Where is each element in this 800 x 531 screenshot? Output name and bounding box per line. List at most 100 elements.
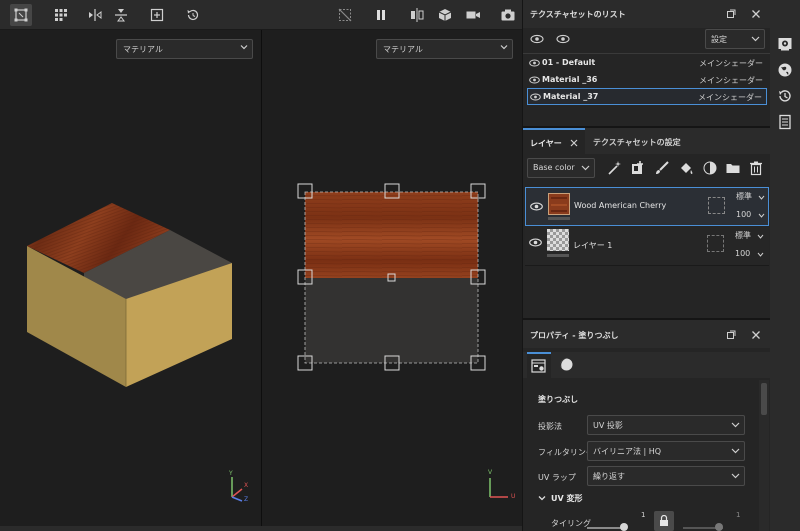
chevron-down-icon[interactable]	[538, 494, 546, 502]
chevron-down-icon	[581, 165, 590, 171]
tab-fill-properties[interactable]	[527, 352, 551, 378]
chevron-down-icon	[757, 252, 764, 257]
texture-set-row[interactable]: 01 - Default メインシェーダー	[527, 55, 767, 71]
projection-value: UV 投影	[593, 421, 623, 430]
tab-material-sphere[interactable]	[555, 352, 579, 378]
close-tab-icon[interactable]	[570, 139, 578, 147]
texture-set-settings-select[interactable]: 設定	[705, 29, 765, 49]
uv-grey-island	[305, 278, 478, 363]
opacity-value[interactable]: 100	[735, 249, 750, 258]
pause-icon[interactable]	[370, 4, 392, 26]
lock-icon	[660, 515, 668, 526]
paint-bucket-icon[interactable]	[678, 160, 694, 176]
properties-scrollbar[interactable]	[759, 380, 769, 531]
symmetry-icon[interactable]	[406, 4, 428, 26]
tiling-value[interactable]: 1	[641, 511, 645, 519]
panel-title: テクスチャセットのリスト	[530, 10, 626, 19]
texture-set-name: 01 - Default	[542, 58, 596, 67]
settings-label: 設定	[711, 35, 727, 44]
side-tool-strip	[770, 0, 800, 531]
projection-select[interactable]: UV 投影	[587, 415, 745, 435]
uv-wrap-select[interactable]: 繰り返す	[587, 466, 745, 486]
viewport-toolbar	[0, 0, 522, 30]
visibility-eye-icon[interactable]	[529, 58, 540, 68]
texture-set-row[interactable]: Material _36 メインシェーダー	[527, 72, 767, 88]
maximize-icon[interactable]	[726, 9, 736, 19]
tab-layers[interactable]: レイヤー	[523, 128, 585, 154]
texture-set-name: Material _37	[543, 92, 599, 101]
viewport-2d[interactable]: マテリアル V U	[262, 30, 522, 527]
history-icon[interactable]	[777, 88, 793, 104]
chevron-down-icon	[758, 195, 765, 200]
texture-set-settings-icon[interactable]	[777, 36, 793, 52]
screenshot-camera-icon[interactable]	[497, 4, 519, 26]
mirror-horizontal-icon[interactable]	[84, 4, 106, 26]
tiling-label: タイリング	[551, 519, 591, 528]
panel-title: プロパティ - 塗りつぶし	[530, 331, 619, 340]
layer-mask-slot[interactable]	[708, 197, 725, 214]
close-icon[interactable]	[751, 9, 761, 19]
opacity-value[interactable]: 100	[736, 210, 751, 219]
layer-name: Wood American Cherry	[574, 201, 667, 210]
folder-icon[interactable]	[725, 160, 741, 176]
mirror-vertical-icon[interactable]	[110, 4, 132, 26]
layer-thumbnail	[548, 193, 570, 215]
channel-select[interactable]: Base color	[527, 158, 595, 178]
grid-icon[interactable]	[50, 4, 72, 26]
layers-tabbar: レイヤー テクスチャセットの設定	[523, 128, 771, 154]
shader-name[interactable]: メインシェーダー	[699, 75, 763, 86]
layer-visibility-eye-icon[interactable]	[529, 237, 542, 248]
close-icon[interactable]	[751, 330, 761, 340]
tab-texture-settings[interactable]: テクスチャセットの設定	[588, 128, 698, 154]
log-document-icon[interactable]	[777, 114, 793, 130]
axis-z-label: Z	[244, 496, 249, 503]
axis-v-label: V	[488, 469, 493, 476]
magic-wand-icon[interactable]	[606, 160, 622, 176]
filtering-select[interactable]: バイリニア法 | HQ	[587, 441, 745, 461]
reset-camera-icon[interactable]	[182, 4, 204, 26]
uv-wrap-value: 繰り返す	[593, 472, 625, 481]
display-cube-icon[interactable]	[434, 4, 456, 26]
fit-view-icon[interactable]	[146, 4, 168, 26]
blend-mode[interactable]: 標準	[735, 230, 751, 241]
visibility-eye-icon[interactable]	[530, 92, 541, 102]
axis-gizmo	[231, 477, 243, 502]
add-fill-layer-icon[interactable]	[630, 160, 646, 176]
visibility-eye-icon[interactable]	[529, 75, 540, 85]
tiling-slider-thumb[interactable]	[620, 523, 628, 531]
layer-thumbnail-transparent	[547, 229, 569, 251]
shader-name[interactable]: メインシェーダー	[698, 92, 762, 103]
tiling-lock-button[interactable]	[654, 511, 674, 531]
texture-set-list-header: テクスチャセットのリスト	[523, 0, 771, 28]
camera-video-icon[interactable]	[462, 4, 484, 26]
box-3d-model	[27, 203, 243, 502]
section-title: 塗りつぶし	[538, 395, 579, 404]
layer-row-selected[interactable]: Wood American Cherry 標準 100	[525, 187, 769, 226]
layer-row[interactable]: レイヤー 1 標準 100	[525, 227, 769, 266]
tiling-slider-thumb-2[interactable]	[715, 523, 723, 531]
chevron-down-icon	[751, 36, 760, 42]
layer-name: レイヤー 1	[573, 241, 613, 250]
chevron-down-icon	[731, 473, 740, 479]
texture-set-row-selected[interactable]: Material _37 メインシェーダー	[527, 88, 767, 105]
layer-visibility-eye-icon[interactable]	[530, 201, 543, 212]
texture-set-name: Material _36	[542, 75, 598, 84]
eye-icon[interactable]	[556, 33, 570, 45]
add-mask-icon[interactable]	[702, 160, 718, 176]
eye-settings-icon[interactable]	[530, 33, 544, 45]
paint-brush-icon[interactable]	[654, 160, 670, 176]
bottom-status-bar	[0, 526, 522, 531]
shader-name[interactable]: メインシェーダー	[699, 58, 763, 69]
axis-y-label: Y	[229, 470, 233, 477]
uv-transform-section[interactable]: UV 変形	[551, 493, 582, 504]
maximize-icon[interactable]	[726, 330, 736, 340]
selection-mode-icon[interactable]	[10, 4, 32, 26]
trash-icon[interactable]	[748, 160, 764, 176]
tab-texture-settings-label: テクスチャセットの設定	[593, 138, 681, 147]
tiling-value[interactable]: 1	[736, 511, 740, 519]
hide-uv-icon[interactable]	[334, 4, 356, 26]
environment-globe-icon[interactable]	[777, 62, 793, 78]
blend-mode[interactable]: 標準	[736, 191, 752, 202]
viewport-3d[interactable]: マテリアル Y X Z	[0, 30, 261, 527]
layer-mask-slot[interactable]	[707, 235, 724, 252]
